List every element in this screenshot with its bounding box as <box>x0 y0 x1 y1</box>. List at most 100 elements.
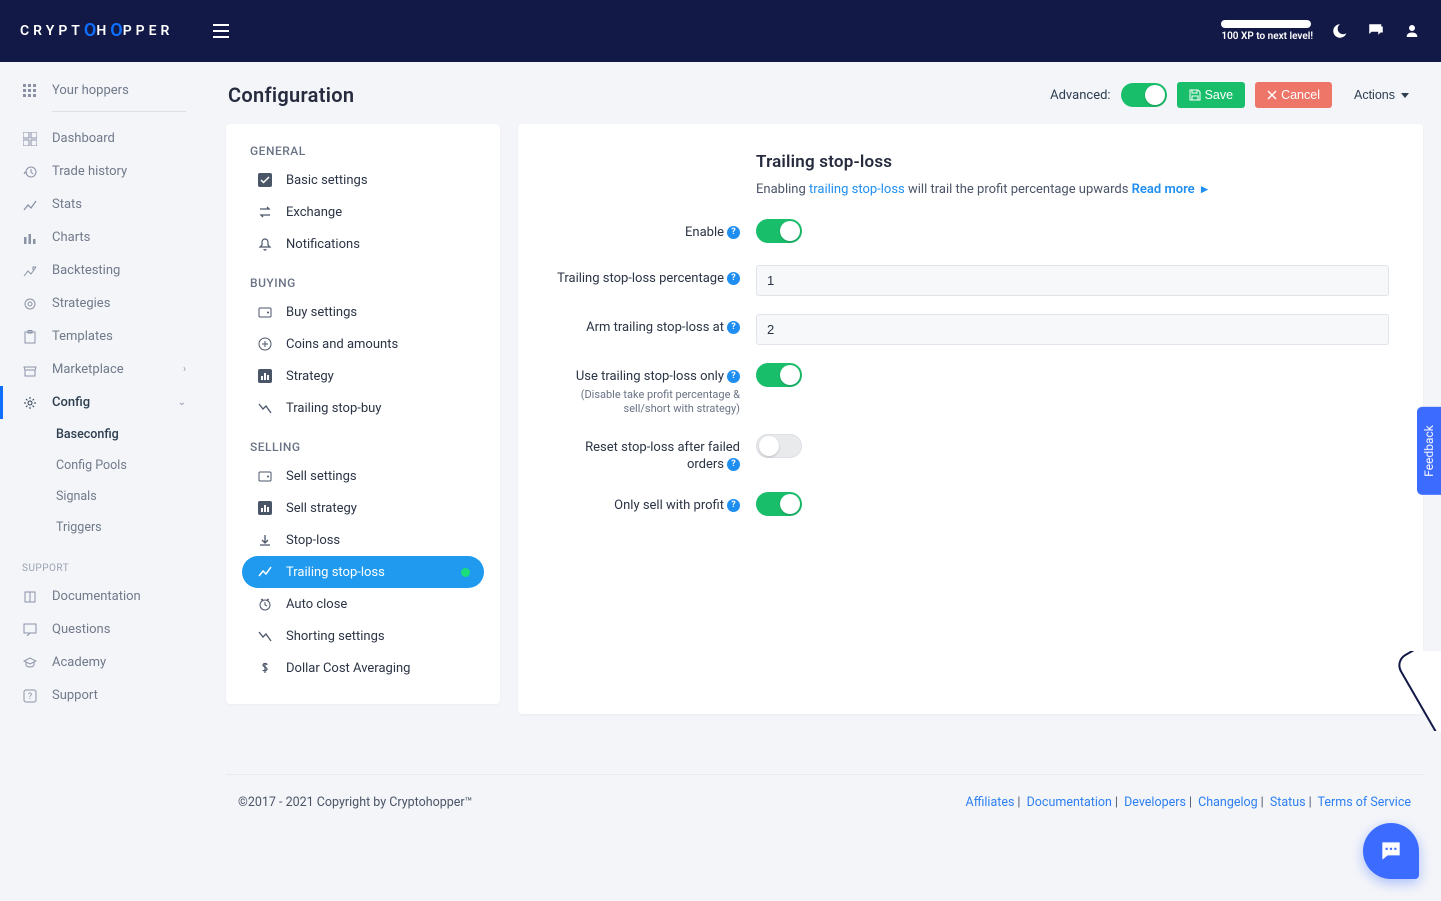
config-form-panel: Trailing stop-loss Enabling trailing sto… <box>518 124 1423 714</box>
feedback-tab[interactable]: Feedback <box>1417 407 1441 495</box>
sidebar-sub-baseconfig[interactable]: Baseconfig <box>0 419 208 450</box>
help-icon[interactable]: ? <box>727 499 740 512</box>
save-button[interactable]: Save <box>1177 82 1246 108</box>
sidebar-label: Charts <box>52 230 90 245</box>
only-tsl-toggle[interactable] <box>756 363 802 387</box>
clock-icon <box>256 597 274 611</box>
footer: ©2017 - 2021 Copyright by Cryptohopper™ … <box>226 774 1423 840</box>
target-icon <box>22 297 38 311</box>
sidebar-label: Stats <box>52 197 82 212</box>
help-icon[interactable]: ? <box>727 226 740 239</box>
arm-tsl-input[interactable] <box>756 314 1389 345</box>
sidebar-support-heading: SUPPORT <box>0 543 208 580</box>
cfg-sell-settings[interactable]: Sell settings <box>242 460 484 492</box>
help-icon[interactable]: ? <box>727 370 740 383</box>
tsl-doc-link[interactable]: trailing stop-loss <box>809 182 905 197</box>
sidebar-label: Your hoppers <box>52 83 129 98</box>
footer-link-status[interactable]: Status <box>1270 795 1306 810</box>
sidebar-backtesting[interactable]: Backtesting <box>0 254 208 287</box>
svg-text:?: ? <box>28 692 32 702</box>
xp-text: 100 XP to next level! <box>1221 31 1313 42</box>
sidebar-config[interactable]: Config ⌄ <box>0 386 208 419</box>
cfg-dca[interactable]: Dollar Cost Averaging <box>242 652 484 684</box>
profit-toggle[interactable] <box>756 492 802 516</box>
topbar: CRYPTOHOPPER 100 XP to next level! <box>0 0 1441 62</box>
chart-icon <box>22 231 38 245</box>
form-description: Enabling trailing stop-loss will trail t… <box>552 182 1389 197</box>
cfg-notifications[interactable]: Notifications <box>242 228 484 260</box>
config-nav-panel: GENERAL Basic settings Exchange Notifica… <box>226 124 500 704</box>
cfg-label: Notifications <box>286 237 360 252</box>
sidebar-templates[interactable]: Templates <box>0 320 208 353</box>
sidebar-charts[interactable]: Charts <box>0 221 208 254</box>
sidebar-sub-config-pools[interactable]: Config Pools <box>0 450 208 481</box>
footer-link-documentation[interactable]: Documentation <box>1027 795 1112 810</box>
sidebar-label: Trade history <box>52 164 127 179</box>
sidebar-stats[interactable]: Stats <box>0 188 208 221</box>
xp-block[interactable]: 100 XP to next level! <box>1221 20 1313 42</box>
caret-down-icon <box>1401 93 1409 98</box>
page-title: Configuration <box>228 83 354 107</box>
cfg-label: Auto close <box>286 597 347 612</box>
sidebar-trade-history[interactable]: Trade history <box>0 155 208 188</box>
cfg-coins-amounts[interactable]: Coins and amounts <box>242 328 484 360</box>
footer-link-developers[interactable]: Developers <box>1124 795 1186 810</box>
enable-toggle[interactable] <box>756 219 802 243</box>
menu-toggle-icon[interactable] <box>213 24 229 38</box>
cfg-strategy[interactable]: Strategy <box>242 360 484 392</box>
sidebar-support[interactable]: ? Support <box>0 679 208 712</box>
cfg-stop-loss[interactable]: Stop-loss <box>242 524 484 556</box>
moon-icon[interactable] <box>1331 22 1349 40</box>
actions-label: Actions <box>1354 88 1395 102</box>
chat-bubble-button[interactable] <box>1363 823 1419 879</box>
sidebar-dashboard[interactable]: Dashboard <box>0 122 208 155</box>
cfg-label: Basic settings <box>286 173 368 188</box>
copyright: ©2017 - 2021 Copyright by Cryptohopper™ <box>238 795 473 810</box>
help-icon[interactable]: ? <box>727 321 740 334</box>
actions-dropdown[interactable]: Actions <box>1342 82 1421 108</box>
sidebar-label: Marketplace <box>52 362 124 377</box>
chat-icon[interactable] <box>1367 22 1385 40</box>
cfg-label: Exchange <box>286 205 342 220</box>
sidebar-label: Questions <box>52 622 110 637</box>
save-icon <box>1189 89 1201 101</box>
sidebar-sub-triggers[interactable]: Triggers <box>0 512 208 543</box>
sidebar-label: Templates <box>52 329 113 344</box>
sidebar-sub-signals[interactable]: Signals <box>0 481 208 512</box>
sidebar-questions[interactable]: Questions <box>0 613 208 646</box>
bar-icon <box>256 501 274 515</box>
brand-logo[interactable]: CRYPTOHOPPER <box>20 21 173 42</box>
sidebar-label: Strategies <box>52 296 110 311</box>
cfg-label: Sell strategy <box>286 501 357 516</box>
cfg-exchange[interactable]: Exchange <box>242 196 484 228</box>
advanced-toggle[interactable] <box>1121 83 1167 107</box>
sidebar-marketplace[interactable]: Marketplace › <box>0 353 208 386</box>
sidebar-strategies[interactable]: Strategies <box>0 287 208 320</box>
cancel-button[interactable]: Cancel <box>1255 82 1332 108</box>
cfg-shorting-settings[interactable]: Shorting settings <box>242 620 484 652</box>
help-icon[interactable]: ? <box>727 272 740 285</box>
cfg-sell-strategy[interactable]: Sell strategy <box>242 492 484 524</box>
cfg-label: Dollar Cost Averaging <box>286 661 410 676</box>
read-more-link[interactable]: Read more ▸ <box>1132 182 1208 197</box>
cfg-basic-settings[interactable]: Basic settings <box>242 164 484 196</box>
cfg-trailing-stop-buy[interactable]: Trailing stop-buy <box>242 392 484 424</box>
reset-toggle[interactable] <box>756 434 802 458</box>
question-icon <box>22 623 38 637</box>
cfg-trailing-stop-loss[interactable]: Trailing stop-loss <box>242 556 484 588</box>
user-icon[interactable] <box>1403 22 1421 40</box>
tsl-percentage-input[interactable] <box>756 265 1389 296</box>
cfg-label: Strategy <box>286 369 334 384</box>
sidebar-documentation[interactable]: Documentation <box>0 580 208 613</box>
sidebar-academy[interactable]: Academy <box>0 646 208 679</box>
help-icon[interactable]: ? <box>727 458 740 471</box>
footer-link-affiliates[interactable]: Affiliates <box>966 795 1015 810</box>
footer-link-changelog[interactable]: Changelog <box>1198 795 1258 810</box>
cfg-auto-close[interactable]: Auto close <box>242 588 484 620</box>
footer-link-terms[interactable]: Terms of Service <box>1318 795 1411 810</box>
cfg-buy-settings[interactable]: Buy settings <box>242 296 484 328</box>
sidebar-your-hoppers[interactable]: Your hoppers <box>0 74 208 107</box>
reset-label: Reset stop-loss after failed orders? <box>552 434 748 474</box>
arrow-down-icon <box>256 533 274 547</box>
gear-icon <box>22 396 38 410</box>
